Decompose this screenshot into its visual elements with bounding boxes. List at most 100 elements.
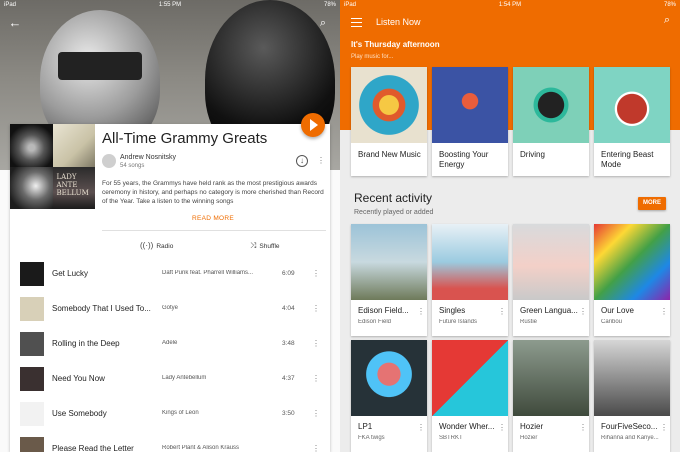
app-title: Listen Now (376, 17, 421, 27)
mood-tile[interactable]: Entering Beast Mode (594, 67, 670, 176)
play-fab-button[interactable] (301, 113, 325, 137)
recent-album-tile[interactable]: Singles Future Islands ⋮ (432, 224, 508, 336)
recent-album-tile[interactable]: Our Love Caribou ⋮ (594, 224, 670, 336)
card-divider (102, 230, 326, 231)
track-artist: Robert Plant & Alison Krauss (162, 445, 240, 451)
track-title: Please Read the Letter (52, 444, 134, 452)
track-row[interactable]: Use Somebody Kings of Leon 3:50 ⋮ (10, 398, 330, 428)
collage-art-gotye (52, 124, 95, 167)
collage-text: LADY ANTE BELLUM (56, 172, 89, 197)
mood-tile[interactable]: Boosting Your Energy (432, 67, 508, 176)
greeting-subheading: Play music for... (351, 54, 394, 60)
album-overflow-menu-icon[interactable]: ⋮ (417, 424, 425, 432)
track-duration: 3:50 (282, 410, 295, 417)
track-overflow-menu-icon[interactable]: ⋮ (312, 305, 320, 313)
track-artist: Lady Antebellum (162, 375, 207, 381)
recent-album-artist: Rihanna and Kanye... (601, 435, 659, 441)
recent-album-art (432, 340, 508, 416)
track-row[interactable]: Get Lucky Daft Punk feat. Pharrell Willia… (10, 258, 330, 288)
more-button[interactable]: MORE (638, 197, 666, 210)
read-more-button[interactable]: READ MORE (102, 215, 324, 222)
track-album-art (20, 297, 44, 321)
mood-tile[interactable]: Driving (513, 67, 589, 176)
recent-album-tile[interactable]: Wonder Wher... SBTRKT ⋮ (432, 340, 508, 452)
mood-tile-label: Brand New Music (358, 150, 421, 159)
recent-album-title: Our Love (601, 306, 634, 315)
radio-button[interactable]: ((·)) Radio (140, 241, 173, 250)
recent-album-tile[interactable]: LP1 FKA twigs ⋮ (351, 340, 427, 452)
radio-label: Radio (156, 243, 174, 250)
status-battery-right: 78% (663, 2, 676, 8)
mood-tile-art (513, 67, 589, 143)
recent-album-title: Wonder Wher... (439, 422, 495, 431)
back-arrow-icon[interactable]: ← (6, 14, 24, 32)
track-duration: 6:09 (282, 270, 295, 277)
album-overflow-menu-icon[interactable]: ⋮ (417, 308, 425, 316)
recent-activity-subheading: Recently played or added (354, 209, 434, 216)
hamburger-menu-icon[interactable] (351, 18, 362, 27)
track-row[interactable]: Please Read the Letter Robert Plant & Ali… (10, 433, 330, 452)
mood-tile-label: Driving (520, 150, 545, 159)
track-row[interactable]: Need You Now Lady Antebellum 4:37 ⋮ (10, 363, 330, 393)
track-title: Use Somebody (52, 409, 107, 418)
status-bar: iPad 1:55 PM 78% (0, 0, 340, 10)
collage-art-daft-punk (10, 124, 53, 167)
track-row[interactable]: Rolling in the Deep Adele 3:48 ⋮ (10, 328, 330, 358)
track-overflow-menu-icon[interactable]: ⋮ (312, 375, 320, 383)
recent-album-art (594, 224, 670, 300)
recent-album-tile[interactable]: Edison Field... Edison Field ⋮ (351, 224, 427, 336)
track-row[interactable]: Somebody That I Used To... Gotye 4:04 ⋮ (10, 293, 330, 323)
track-overflow-menu-icon[interactable]: ⋮ (312, 445, 320, 452)
album-overflow-menu-icon[interactable]: ⋮ (660, 424, 668, 432)
recent-activity-heading: Recent activity (354, 191, 433, 205)
recent-album-artist: Rustie (520, 319, 538, 325)
track-overflow-menu-icon[interactable]: ⋮ (312, 340, 320, 348)
mood-tile-art (351, 67, 427, 143)
playlist-card: LADY ANTE BELLUM All-Time Grammy Greats … (10, 124, 330, 452)
recent-album-artist: Edison Field (358, 319, 392, 325)
mood-tile-label: Boosting Your Energy (439, 150, 489, 169)
album-overflow-menu-icon[interactable]: ⋮ (498, 424, 506, 432)
owner-avatar[interactable] (102, 154, 116, 168)
recent-album-artist: Hozier (520, 435, 538, 441)
search-icon[interactable]: ⌕ (314, 14, 332, 32)
track-artist: Adele (162, 340, 178, 346)
mood-tile[interactable]: Brand New Music (351, 67, 427, 176)
recent-album-tile[interactable]: Green Langua... Rustie ⋮ (513, 224, 589, 336)
recent-album-artist: Caribou (601, 319, 623, 325)
status-battery: 78% (323, 2, 336, 8)
track-album-art (20, 402, 44, 426)
album-overflow-menu-icon[interactable]: ⋮ (498, 308, 506, 316)
track-artist: Gotye (162, 305, 179, 311)
track-album-art (20, 437, 44, 452)
recent-album-tile[interactable]: Hozier Hozier ⋮ (513, 340, 589, 452)
album-overflow-menu-icon[interactable]: ⋮ (579, 308, 587, 316)
greeting-heading: It's Thursday afternoon (351, 40, 440, 49)
collage-art-lady-antebellum: LADY ANTE BELLUM (52, 166, 95, 209)
album-overflow-menu-icon[interactable]: ⋮ (579, 424, 587, 432)
recent-album-art (513, 340, 589, 416)
track-album-art (20, 332, 44, 356)
track-duration: 3:48 (282, 340, 295, 347)
playlist-overflow-menu-icon[interactable]: ⋮ (317, 157, 325, 165)
status-time: 1:55 PM (158, 2, 182, 8)
collage-art-adele (10, 166, 53, 209)
recent-album-art (432, 224, 508, 300)
recent-album-tile[interactable]: FourFiveSeco... Rihanna and Kanye... ⋮ (594, 340, 670, 452)
playlist-detail-pane: iPad 1:55 PM 78% ← ⌕ LADY ANTE BELLUM Al… (0, 0, 340, 452)
recent-album-title: Hozier (520, 422, 544, 431)
track-title: Somebody That I Used To... (52, 304, 151, 313)
track-album-art (20, 262, 44, 286)
recent-album-art (351, 340, 427, 416)
track-overflow-menu-icon[interactable]: ⋮ (312, 410, 320, 418)
playlist-owner[interactable]: Andrew Nosnitsky (120, 154, 176, 161)
playlist-title: All-Time Grammy Greats (102, 130, 268, 147)
shuffle-label: Shuffle (259, 243, 280, 250)
download-icon[interactable]: ↓ (296, 155, 308, 167)
shuffle-button[interactable]: ⤨ Shuffle (250, 241, 280, 251)
track-title: Rolling in the Deep (52, 339, 120, 348)
search-icon-right[interactable]: ⌕ (664, 14, 670, 27)
recent-album-title: Singles (439, 306, 466, 315)
album-overflow-menu-icon[interactable]: ⋮ (660, 308, 668, 316)
track-overflow-menu-icon[interactable]: ⋮ (312, 270, 320, 278)
